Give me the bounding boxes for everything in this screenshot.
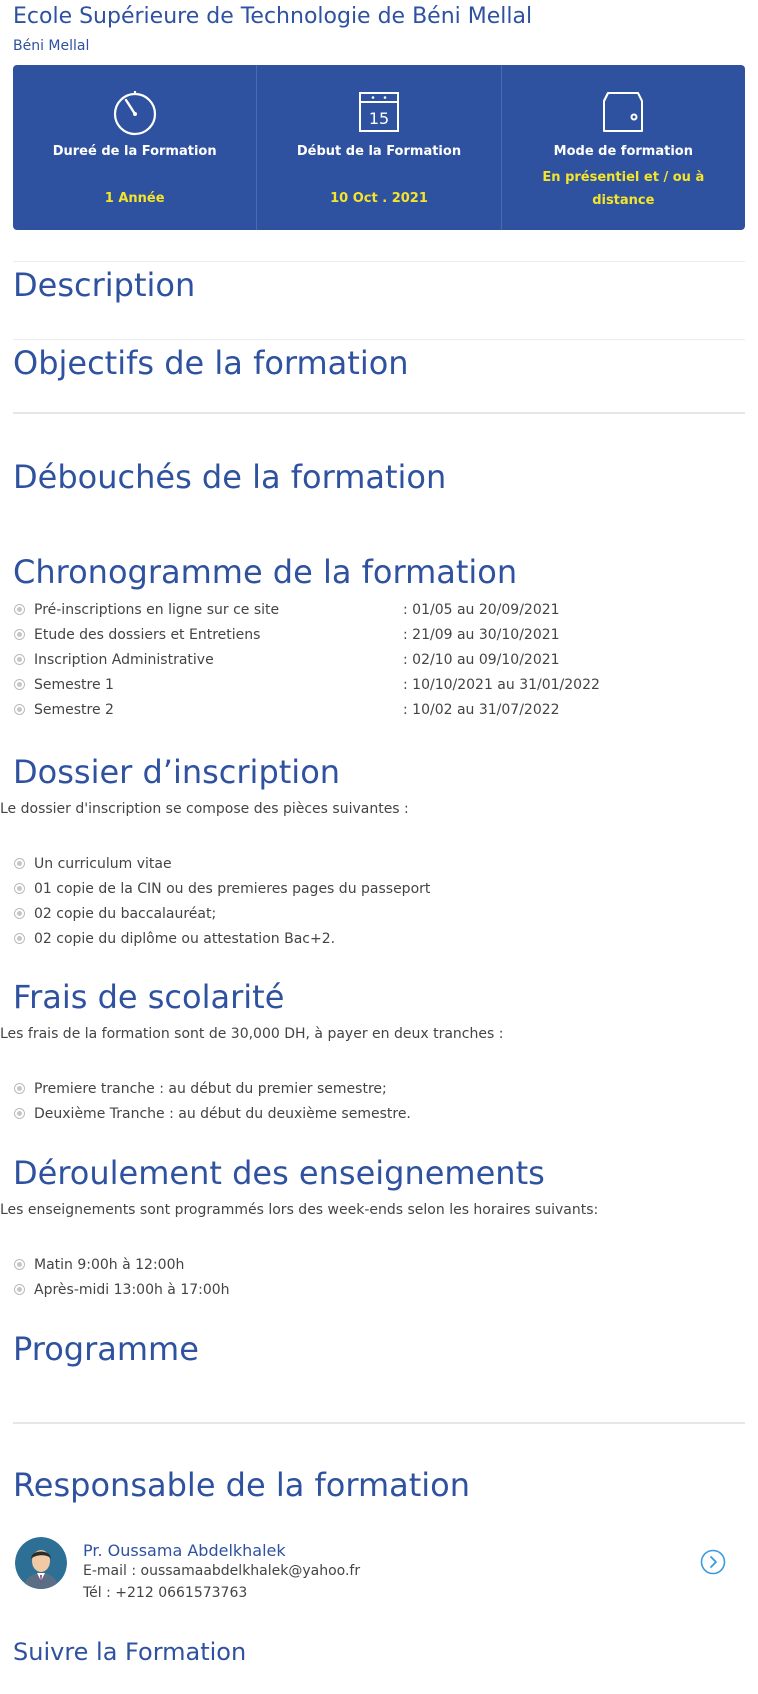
suivre-formation-link[interactable]: Suivre la Formation [13,1638,246,1666]
chronogramme-list: Pré-inscriptions en ligne sur ce site : 0… [14,597,600,722]
list-item: Premiere tranche : au début du premier s… [14,1076,411,1101]
info-duration: Dureé de la Formation 1 Année [13,65,258,230]
school-title: Ecole Supérieure de Technologie de Béni … [13,4,533,29]
bullet-icon [14,679,25,690]
info-start-value: 10 Oct . 2021 [330,191,428,206]
list-item: 02 copie du diplôme ou attestation Bac+2… [14,926,430,951]
chrono-date: : 02/10 au 09/10/2021 [403,651,560,668]
section-deroulement: Déroulement des enseignements [13,1154,545,1192]
info-mode-label: Mode de formation [553,144,693,159]
wallet-icon [603,92,644,132]
list-item: Deuxième Tranche : au début du deuxième … [14,1101,411,1126]
list-item: Semestre 1 : 10/10/2021 au 31/01/2022 [14,672,600,697]
bullet-icon [14,604,25,615]
chrono-date: : 01/05 au 20/09/2021 [403,601,560,618]
bullet-icon [14,858,25,869]
bullet-icon [14,654,25,665]
info-mode-value: En présentiel et / ou à distance [542,170,705,208]
frais-list: Premiere tranche : au début du premier s… [14,1076,411,1126]
section-dossier: Dossier d’inscription [13,753,341,791]
bullet-icon [14,1083,25,1094]
list-item: Semestre 2 : 10/02 au 31/07/2022 [14,697,560,722]
list-item-text: 02 copie du baccalauréat; [34,905,217,922]
list-item: Un curriculum vitae [14,851,430,876]
chrono-label: Semestre 2 [34,701,114,718]
list-item: Matin 9:00h à 12:00h [14,1252,230,1277]
list-item: Etude des dossiers et Entretiens : 21/09 … [14,622,560,647]
chrono-label: Pré-inscriptions en ligne sur ce site [34,601,280,618]
school-city: Béni Mellal [13,38,90,54]
info-duration-value: 1 Année [104,191,165,206]
list-item-text: Après-midi 13:00h à 17:00h [34,1281,230,1298]
section-debouches: Débouchés de la formation [13,458,447,496]
avatar [15,1537,67,1589]
list-item: 01 copie de la CIN ou des premieres page… [14,876,430,901]
list-item-text: Deuxième Tranche : au début du deuxième … [34,1105,411,1122]
divider [13,261,745,262]
list-item-text: Premiere tranche : au début du premier s… [34,1080,387,1097]
list-item: Après-midi 13:00h à 17:00h [14,1277,230,1302]
section-frais: Frais de scolarité [13,978,285,1016]
frais-intro: Les frais de la formation sont de 30,000… [0,1026,504,1042]
list-item-text: Matin 9:00h à 12:00h [34,1256,185,1273]
list-item: 02 copie du baccalauréat; [14,901,430,926]
bullet-icon [14,933,25,944]
section-programme: Programme [13,1330,199,1368]
list-item-text: Un curriculum vitae [34,855,172,872]
list-item: Inscription Administrative : 02/10 au 09/… [14,647,560,672]
deroulement-intro: Les enseignements sont programmés lors d… [0,1202,599,1218]
chevron-right-circle-icon[interactable] [700,1549,726,1575]
bullet-icon [14,1259,25,1270]
section-responsable: Responsable de la formation [13,1466,471,1504]
dossier-intro: Le dossier d'inscription se compose des … [0,801,409,817]
list-item-text: 02 copie du diplôme ou attestation Bac+2… [34,930,336,947]
section-description: Description [13,266,196,304]
dossier-list: Un curriculum vitae 01 copie de la CIN o… [14,851,430,951]
list-item: Pré-inscriptions en ligne sur ce site : 0… [14,597,560,622]
info-start-label: Début de la Formation [296,144,462,159]
info-start: 15 Début de la Formation 10 Oct . 2021 [257,65,502,230]
bullet-icon [14,883,25,894]
calendar-icon: 15 [358,92,399,132]
bullet-icon [14,1284,25,1295]
chrono-date: : 10/10/2021 au 31/01/2022 [403,676,600,693]
responsable-name[interactable]: Pr. Oussama Abdelkhalek [83,1541,286,1560]
section-chronogramme: Chronogramme de la formation [13,553,518,591]
bullet-icon [14,704,25,715]
stopwatch-icon [113,91,156,136]
chrono-date: : 21/09 au 30/10/2021 [403,626,560,643]
bullet-icon [14,629,25,640]
chrono-label: Etude des dossiers et Entretiens [34,626,261,643]
chrono-date: : 10/02 au 31/07/2022 [403,701,560,718]
bullet-icon [14,908,25,919]
responsable-phone: Tél : +212 0661573763 [83,1585,248,1601]
chrono-label: Inscription Administrative [34,651,214,668]
chrono-label: Semestre 1 [34,676,114,693]
divider [13,412,745,414]
info-mode: Mode de formation En présentiel et / ou … [502,65,745,230]
person-avatar-icon [15,1537,67,1589]
deroulement-list: Matin 9:00h à 12:00h Après-midi 13:00h à… [14,1252,230,1302]
divider [13,339,745,340]
info-duration-label: Dureé de la Formation [52,144,217,159]
calendar-day: 15 [369,109,389,128]
formation-info-box: Dureé de la Formation 1 Année 15 Début d… [13,65,745,230]
bullet-icon [14,1108,25,1119]
responsable-email: E-mail : oussamaabdelkhalek@yahoo.fr [83,1563,361,1579]
section-objectifs: Objectifs de la formation [13,344,409,382]
list-item-text: 01 copie de la CIN ou des premieres page… [34,880,431,897]
divider [13,1422,745,1424]
